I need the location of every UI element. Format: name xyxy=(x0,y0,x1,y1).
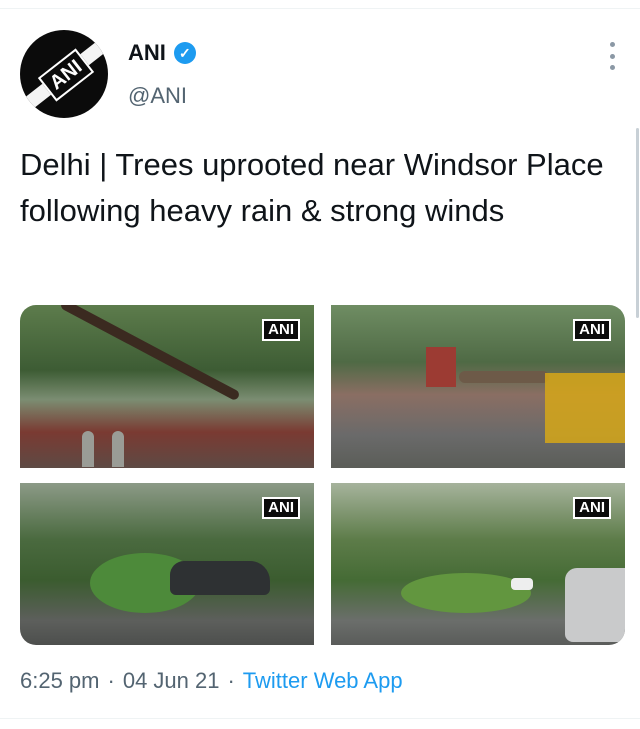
scrollbar[interactable] xyxy=(636,128,639,318)
media-grid: ANI ANI ANI ANI xyxy=(20,305,625,645)
fallen-trunk xyxy=(459,371,549,383)
more-options-icon[interactable] xyxy=(603,42,621,70)
bollard xyxy=(82,431,94,467)
meta-separator: · xyxy=(107,668,115,693)
more-dot xyxy=(609,53,615,59)
tweet-date[interactable]: 04 Jun 21 xyxy=(123,668,220,694)
bottom-divider xyxy=(0,718,640,719)
author-handle[interactable]: @ANI xyxy=(128,83,187,109)
distant-car xyxy=(511,578,533,590)
tweet-source-link[interactable]: Twitter Web App xyxy=(243,668,403,694)
parked-car xyxy=(565,568,625,642)
more-dot xyxy=(609,65,615,70)
more-dot xyxy=(609,42,615,47)
tweet-time[interactable]: 6:25 pm xyxy=(20,668,100,694)
verified-badge-icon: ✓ xyxy=(173,42,196,64)
media-photo-1[interactable]: ANI xyxy=(20,305,314,468)
red-gate xyxy=(426,347,456,387)
photo-watermark: ANI xyxy=(262,319,300,341)
fallen-branch xyxy=(59,305,241,402)
photo-watermark: ANI xyxy=(262,497,300,519)
media-photo-2[interactable]: ANI xyxy=(331,305,625,468)
photo-watermark: ANI xyxy=(573,497,611,519)
bollard xyxy=(112,431,124,467)
top-divider xyxy=(0,8,640,9)
yellow-barrier xyxy=(545,373,625,443)
tweet-meta: 6:25 pm · 04 Jun 21 · Twitter Web App xyxy=(20,668,403,694)
meta-separator: · xyxy=(227,668,235,693)
media-photo-4[interactable]: ANI xyxy=(331,483,625,645)
author-name-row: ANI ✓ xyxy=(128,40,196,66)
photo-watermark: ANI xyxy=(573,319,611,341)
author-display-name[interactable]: ANI xyxy=(128,40,166,66)
parked-car xyxy=(170,561,270,595)
media-photo-3[interactable]: ANI xyxy=(20,483,314,645)
tweet-text: Delhi | Trees uprooted near Windsor Plac… xyxy=(20,147,604,228)
avatar[interactable]: ANI xyxy=(20,30,108,118)
